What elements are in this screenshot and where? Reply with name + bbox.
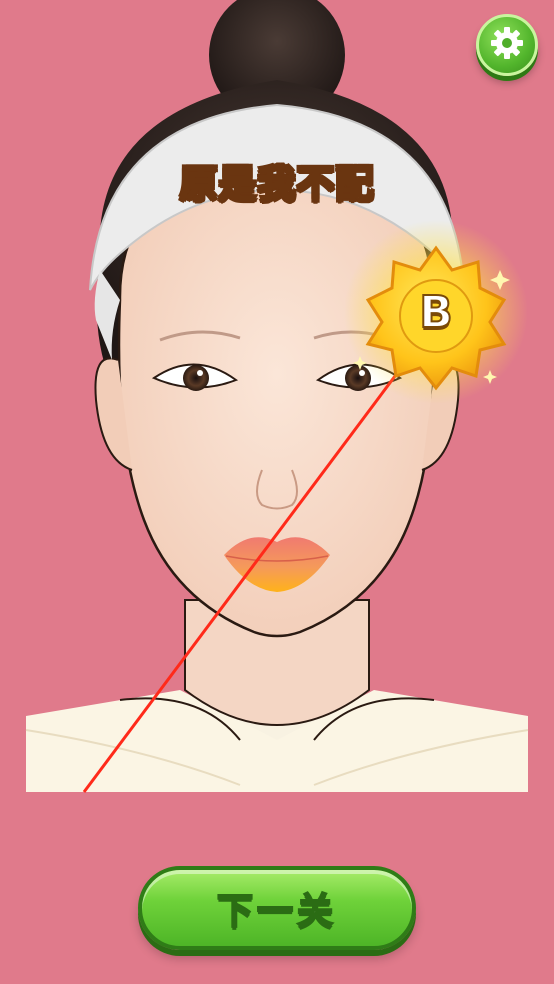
next-level-label: 下一关	[216, 890, 337, 933]
character-illustration	[25, 0, 529, 793]
grade-letter: B	[418, 286, 454, 339]
level-title: 原是我不配	[178, 161, 375, 207]
next-level-button[interactable]: 下一关	[138, 866, 416, 950]
game-scene: B 原是我不配 下一关	[0, 0, 554, 984]
gear-icon	[490, 26, 524, 64]
settings-button[interactable]	[476, 14, 538, 76]
